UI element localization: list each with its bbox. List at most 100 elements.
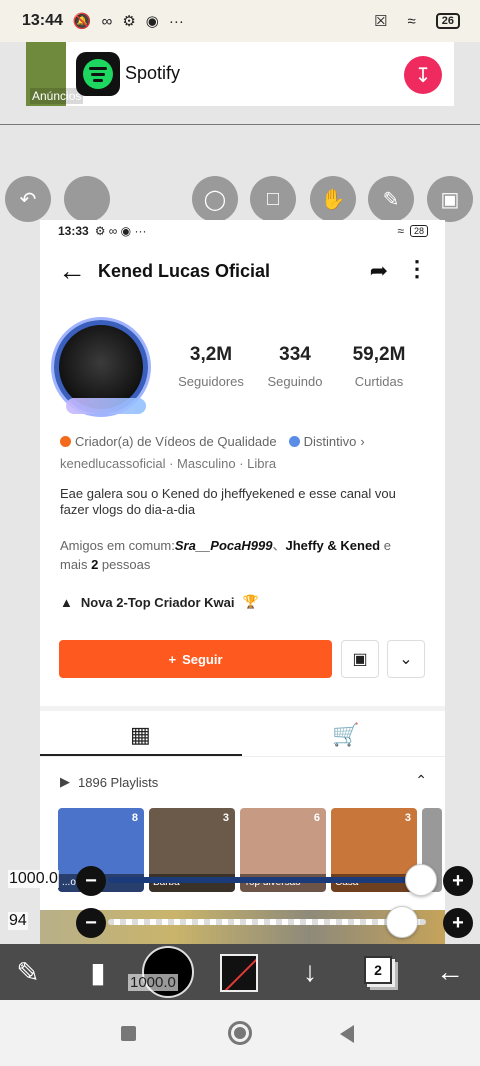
share-arrow-icon[interactable]: ➦ <box>370 258 388 284</box>
stat-following[interactable]: 334 Seguindo <box>254 344 336 389</box>
slider-knob[interactable] <box>405 864 437 896</box>
blank-tool-button[interactable] <box>64 176 110 222</box>
ad-app-name: Spotify <box>125 63 181 83</box>
creator-ranking[interactable]: ▲ Nova 2-Top Criador Kwai 🏆 <box>60 594 259 610</box>
plus-icon: + <box>452 869 464 892</box>
credential-text: Criador(a) de Vídeos de Qualidade <box>75 434 277 449</box>
spotify-logo-icon <box>76 52 120 96</box>
download-icon: ↧ <box>414 64 432 87</box>
status-time: 13:44 <box>22 12 63 29</box>
battery-icon: 26 <box>435 13 460 29</box>
ruler-icon: ✎ <box>382 188 400 211</box>
decrease-button[interactable]: − <box>76 866 106 896</box>
instagram-button[interactable]: ▣ <box>341 640 379 678</box>
ad-banner[interactable]: Anúncios Spotify ↧ <box>26 42 454 106</box>
opacity-slider[interactable]: 94 − + <box>0 906 480 938</box>
chevron-up-icon[interactable]: ⌃ <box>415 772 427 789</box>
slider-knob[interactable] <box>386 906 418 938</box>
friend-name: Jheffy & Kened <box>285 538 381 553</box>
more-vertical-icon[interactable]: ⋮ <box>406 256 428 282</box>
increase-button[interactable]: + <box>443 908 473 938</box>
avatar-frame-badge <box>66 398 146 414</box>
profile-stats: 3,2M Seguidores 334 Seguindo 59,2M Curti… <box>170 344 420 389</box>
playlists-count: 1896 Playlists <box>78 774 159 790</box>
stat-label: Seguidores <box>178 374 244 389</box>
plus-icon: + <box>452 911 464 934</box>
select-tool-button[interactable]: □ <box>250 176 296 222</box>
back-button[interactable] <box>340 1025 354 1043</box>
stat-label: Curtidas <box>354 374 404 389</box>
creator-badge-icon <box>60 436 71 447</box>
no-color-icon <box>224 958 256 990</box>
download-button[interactable]: ↧ <box>404 56 442 94</box>
inner-wifi-icon: ≈ <box>397 224 404 238</box>
share-icon: ∞ <box>101 12 113 30</box>
status-icons: ⚙ ∞ ◉ ··· <box>94 224 147 238</box>
distinctive-badge-icon <box>288 436 300 447</box>
playlist-icon: ▶ <box>60 774 70 789</box>
inner-battery-icon: 28 <box>409 225 428 237</box>
cart-tab-icon[interactable]: 🛒 <box>332 722 359 748</box>
playlist-count: 8 <box>131 812 138 824</box>
layers-button[interactable]: 2 <box>364 956 392 984</box>
color-picker-button[interactable] <box>220 954 258 992</box>
profile-header: ← Kened Lucas Oficial ➦ ⋮ <box>58 255 428 287</box>
back-tool-button[interactable]: ← <box>426 944 474 1000</box>
stat-likes[interactable]: 59,2M Curtidas <box>338 344 420 389</box>
wifi-icon: ≈ <box>407 12 416 30</box>
mutual-friends[interactable]: Amigos em comum:Sra__PocaH999、Jheffy & K… <box>60 536 420 574</box>
undo-button[interactable]: ↶ <box>5 176 51 222</box>
increase-button[interactable]: + <box>443 866 473 896</box>
grid-tab-icon[interactable]: ▦ <box>130 722 151 748</box>
distinctive-text: Distintivo <box>303 434 357 449</box>
back-arrow-icon[interactable]: ← <box>58 255 88 287</box>
follow-button[interactable]: + Seguir <box>59 640 332 678</box>
hand-tool-button[interactable]: ✋ <box>310 176 356 222</box>
plus-icon: + <box>168 651 177 667</box>
arrow-down-icon: ↓ <box>303 956 317 987</box>
tent-icon: ▲ <box>60 594 73 610</box>
ad-thumbnail: Anúncios <box>26 42 84 106</box>
section-divider <box>40 706 445 711</box>
minus-icon: − <box>85 869 97 892</box>
ruler-tool-button[interactable]: ✎ <box>368 176 414 222</box>
move-down-button[interactable]: ↓ <box>286 944 334 1000</box>
selection-icon: □ <box>266 187 280 210</box>
friends-more-prefix: mais <box>60 557 92 572</box>
stat-followers[interactable]: 3,2M Seguidores <box>170 344 252 389</box>
muted-icon: 🔕 <box>72 13 92 30</box>
decrease-button[interactable]: − <box>76 908 106 938</box>
toggle-tool-button[interactable]: ◯ <box>192 176 238 222</box>
brush-size-slider[interactable]: 1000.0 − + <box>0 864 480 896</box>
inner-status-time: 13:33 <box>58 224 89 238</box>
instagram-icon: ▣ <box>352 651 368 668</box>
sim-icon: ☒ <box>374 13 388 30</box>
hand-icon: ✋ <box>320 188 346 211</box>
expand-button[interactable]: ⌄ <box>387 640 425 678</box>
slider-track[interactable] <box>108 919 426 925</box>
brush-tool-button[interactable]: ✎ <box>4 944 52 1000</box>
creator-ranking-text: Nova 2-Top Criador Kwai <box>80 594 235 610</box>
chevron-down-icon: ⌄ <box>399 651 413 668</box>
eraser-tool-button[interactable]: ▮ <box>74 944 122 1000</box>
slider-value: 1000.0 <box>8 870 59 888</box>
home-button[interactable] <box>228 1021 252 1045</box>
playlist-count: 6 <box>313 812 320 824</box>
playlists-header[interactable]: ▶ 1896 Playlists <box>60 774 158 790</box>
eraser-icon: ▮ <box>90 956 106 988</box>
gear-icon: ⚙ <box>122 13 136 30</box>
profile-meta: kenedlucassoficial · Masculino · Libra <box>60 456 277 471</box>
record-icon: ◉ <box>145 13 159 30</box>
friends-prefix: Amigos em comum: <box>60 538 175 553</box>
image-tool-button[interactable]: ▣ <box>427 176 473 222</box>
toggle-icon: ◯ <box>203 188 227 211</box>
credential-row[interactable]: Criador(a) de Vídeos de Qualidade Distin… <box>60 434 365 449</box>
divider <box>0 124 480 125</box>
playlist-count: 3 <box>404 812 411 824</box>
chevron-right-icon: › <box>360 434 365 449</box>
recents-button[interactable] <box>121 1026 136 1041</box>
follow-label: Seguir <box>182 651 223 667</box>
slider-track[interactable] <box>108 877 420 883</box>
playlist-count: 3 <box>222 812 229 824</box>
tabs-divider <box>40 756 445 757</box>
